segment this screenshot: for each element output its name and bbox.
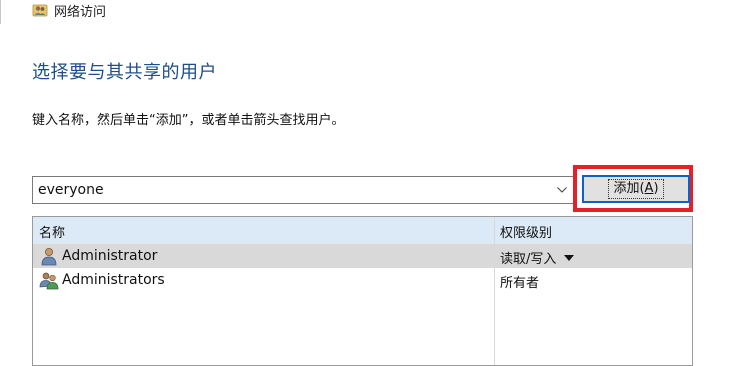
user-icon (41, 248, 57, 266)
row-name: Administrator (62, 248, 158, 264)
combobox-dropdown-button[interactable] (551, 177, 573, 203)
title-bar: 网络访问 (32, 0, 106, 20)
list-header: 名称 权限级别 (33, 217, 692, 244)
share-users-icon (32, 4, 48, 17)
user-name-input[interactable] (33, 178, 551, 202)
permission-cell[interactable]: 所有者 (500, 272, 539, 291)
window-title: 网络访问 (54, 4, 107, 20)
row-name: Administrators (62, 272, 165, 288)
row-permission: 所有者 (500, 276, 540, 291)
user-name-combobox[interactable] (32, 176, 574, 204)
column-header-permission[interactable]: 权限级别 (500, 222, 552, 241)
page-heading: 选择要与其共享的用户 (32, 62, 217, 83)
row-permission: 读取/写入 (500, 252, 557, 267)
table-row[interactable]: Administrators 所有者 (33, 268, 692, 292)
permission-dropdown[interactable]: 读取/写入 (500, 248, 575, 267)
instruction-text: 键入名称，然后单击“添加”，或者单击箭头查找用户。 (32, 113, 345, 128)
caret-down-icon[interactable] (564, 254, 575, 261)
user-permission-list[interactable]: 名称 权限级别 Administrator 读取/写入 Administrato… (32, 216, 693, 366)
column-header-name[interactable]: 名称 (39, 222, 65, 241)
add-button-label: 添加(A) (608, 179, 664, 199)
users-group-icon (39, 272, 59, 290)
window-edge (0, 0, 1, 24)
table-row[interactable]: Administrator 读取/写入 (33, 244, 692, 268)
chevron-down-icon (557, 187, 567, 193)
add-button[interactable]: 添加(A) (582, 175, 690, 203)
